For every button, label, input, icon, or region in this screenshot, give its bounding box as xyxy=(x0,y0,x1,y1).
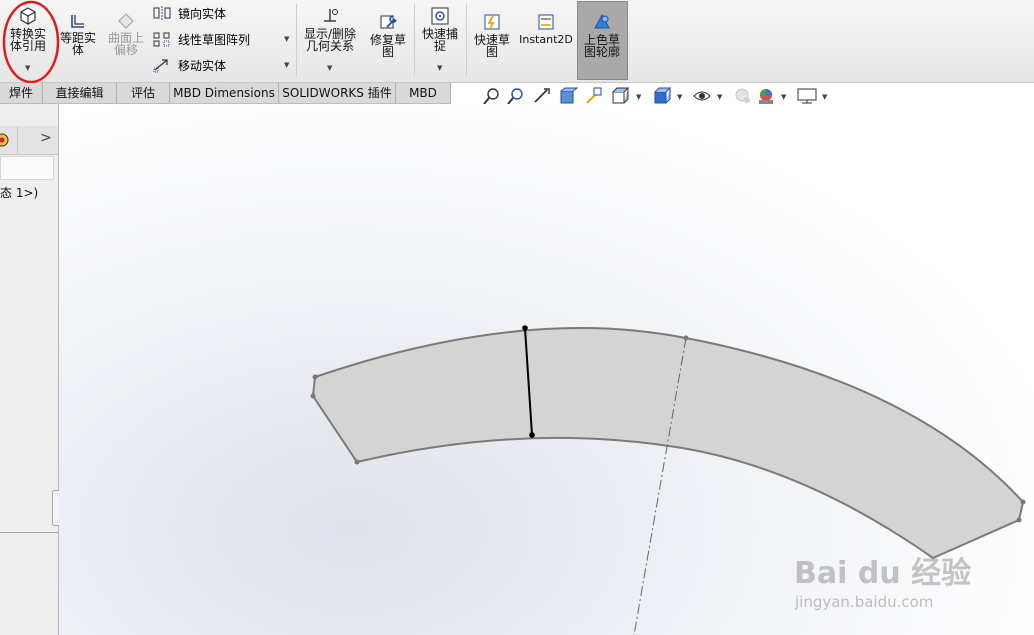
linear-pattern-label: 线性草图阵列 xyxy=(178,32,251,47)
baidu-watermark: Bai du 经验 xyxy=(794,548,971,592)
sketch-vertex[interactable] xyxy=(312,374,318,380)
display-relations-button[interactable]: 显示/删除 几何关系 xyxy=(300,6,360,52)
view-settings-icon[interactable] xyxy=(796,86,818,106)
sketch-vertex[interactable] xyxy=(310,393,316,399)
move-entities-label: 移动实体 xyxy=(178,58,227,73)
quick-snaps-dropdown-icon[interactable]: ▼ xyxy=(437,64,442,72)
sketch-vertex[interactable] xyxy=(1020,499,1026,505)
quick-snaps-label: 快速捕 捉 xyxy=(421,27,458,53)
watermark-brand: Bai du 经验 xyxy=(794,556,972,591)
linear-pattern-icon xyxy=(153,32,170,47)
command-manager-tabs: 焊件 直接编辑 评估 MBD Dimensions SOLIDWORKS 插件 … xyxy=(0,83,451,104)
ribbon-separator xyxy=(466,4,467,76)
mirror-entities-label: 镜向实体 xyxy=(178,6,227,21)
move-icon xyxy=(153,59,168,73)
shaded-sketch-contours-button[interactable]: 上色草 图轮廓 xyxy=(578,12,626,58)
instant2d-icon xyxy=(538,14,554,30)
tab-solidworks-addins[interactable]: SOLIDWORKS 插件 xyxy=(279,83,396,103)
command-manager-ribbon: 转换实 体引用 ▼ 等距实 体 曲面上 偏移 镜向实体 线性草图阵列 ▼ 移动实… xyxy=(0,0,1034,84)
view-orientation-dropdown-icon[interactable]: ▼ xyxy=(636,93,641,101)
appearance-tab-icon[interactable] xyxy=(0,132,10,148)
tab-mbd-dimensions[interactable]: MBD Dimensions xyxy=(170,83,279,103)
rapid-sketch-button[interactable]: 快速草 图 xyxy=(470,12,514,58)
instant2d-button[interactable]: Instant2D xyxy=(518,12,574,46)
tab-weldments[interactable]: 焊件 xyxy=(0,83,43,103)
hide-show-dropdown-icon[interactable]: ▼ xyxy=(717,93,722,101)
highlight-circle xyxy=(2,0,60,84)
tab-evaluate[interactable]: 评估 xyxy=(117,83,170,103)
wrench-icon xyxy=(380,15,397,29)
display-style-dropdown-icon[interactable]: ▼ xyxy=(677,93,682,101)
tab-direct-editing[interactable]: 直接编辑 xyxy=(43,83,117,103)
sketch-vertex[interactable] xyxy=(1016,517,1022,523)
shaded-contour-icon xyxy=(594,13,610,29)
panel-bottom-divider xyxy=(0,532,58,533)
panel-filter-box[interactable] xyxy=(0,156,54,180)
watermark-url: jingyan.baidu.com xyxy=(795,593,934,611)
configuration-label: 态 1>) xyxy=(0,186,39,200)
display-relations-dropdown-icon[interactable]: ▼ xyxy=(327,64,332,72)
graphics-area[interactable]: Bai du 经验 jingyan.baidu.com xyxy=(59,104,1034,635)
snap-icon xyxy=(431,7,449,25)
instant2d-label: Instant2D xyxy=(519,33,573,46)
rapid-sketch-label: 快速草 图 xyxy=(473,33,510,59)
edit-appearance-icon[interactable] xyxy=(732,86,752,106)
previous-view-icon[interactable] xyxy=(532,86,552,106)
shaded-arc-region[interactable] xyxy=(311,327,1025,560)
move-entities-button[interactable]: 移动实体 xyxy=(152,56,226,74)
zoom-to-area-icon[interactable] xyxy=(506,86,526,106)
section-view-icon[interactable] xyxy=(558,86,578,106)
linear-pattern-button[interactable]: 线性草图阵列 xyxy=(152,30,250,48)
apply-scene-dropdown-icon[interactable]: ▼ xyxy=(781,93,786,101)
feature-manager-panel: > 态 1>) xyxy=(0,104,62,635)
ribbon-separator xyxy=(296,4,297,76)
shaded-sketch-label: 上色草 图轮廓 xyxy=(583,33,620,59)
surface-offset-icon xyxy=(118,13,134,29)
view-settings-dropdown-icon[interactable]: ▼ xyxy=(822,93,827,101)
apply-scene-icon[interactable] xyxy=(756,86,776,106)
baidu-watermark-url: jingyan.baidu.com xyxy=(795,592,933,611)
sketch-vertex[interactable] xyxy=(683,335,689,341)
rapid-sketch-icon xyxy=(484,14,500,30)
zoom-to-fit-icon[interactable] xyxy=(482,86,502,106)
surface-offset-label: 曲面上 偏移 xyxy=(107,31,144,57)
mirror-icon xyxy=(153,6,171,20)
hide-show-items-icon[interactable] xyxy=(692,86,712,106)
linear-pattern-dropdown-icon[interactable]: ▼ xyxy=(284,35,289,43)
view-orientation-icon[interactable] xyxy=(610,86,630,106)
quick-snaps-button[interactable]: 快速捕 捉 xyxy=(418,6,462,52)
offset-icon xyxy=(71,15,84,28)
tab-mbd[interactable]: MBD xyxy=(396,83,451,103)
move-entities-dropdown-icon[interactable]: ▼ xyxy=(284,61,289,69)
sketch-endpoint[interactable] xyxy=(529,432,535,438)
sketch-vertex[interactable] xyxy=(354,459,360,465)
display-style-icon[interactable] xyxy=(652,86,672,106)
sketch-endpoint[interactable] xyxy=(522,325,528,331)
panel-tab-divider xyxy=(17,126,18,154)
surface-offset-button[interactable]: 曲面上 偏移 xyxy=(104,12,148,56)
panel-expand-chevron-icon[interactable]: > xyxy=(40,130,52,146)
ribbon-separator xyxy=(414,4,415,76)
dynamic-annotation-icon[interactable] xyxy=(584,86,604,106)
relations-icon xyxy=(324,9,338,22)
repair-sketch-button[interactable]: 修复草 图 xyxy=(366,12,410,58)
display-relations-label: 显示/删除 几何关系 xyxy=(303,27,357,53)
mirror-entities-button[interactable]: 镜向实体 xyxy=(152,4,226,22)
repair-sketch-label: 修复草 图 xyxy=(369,33,406,59)
